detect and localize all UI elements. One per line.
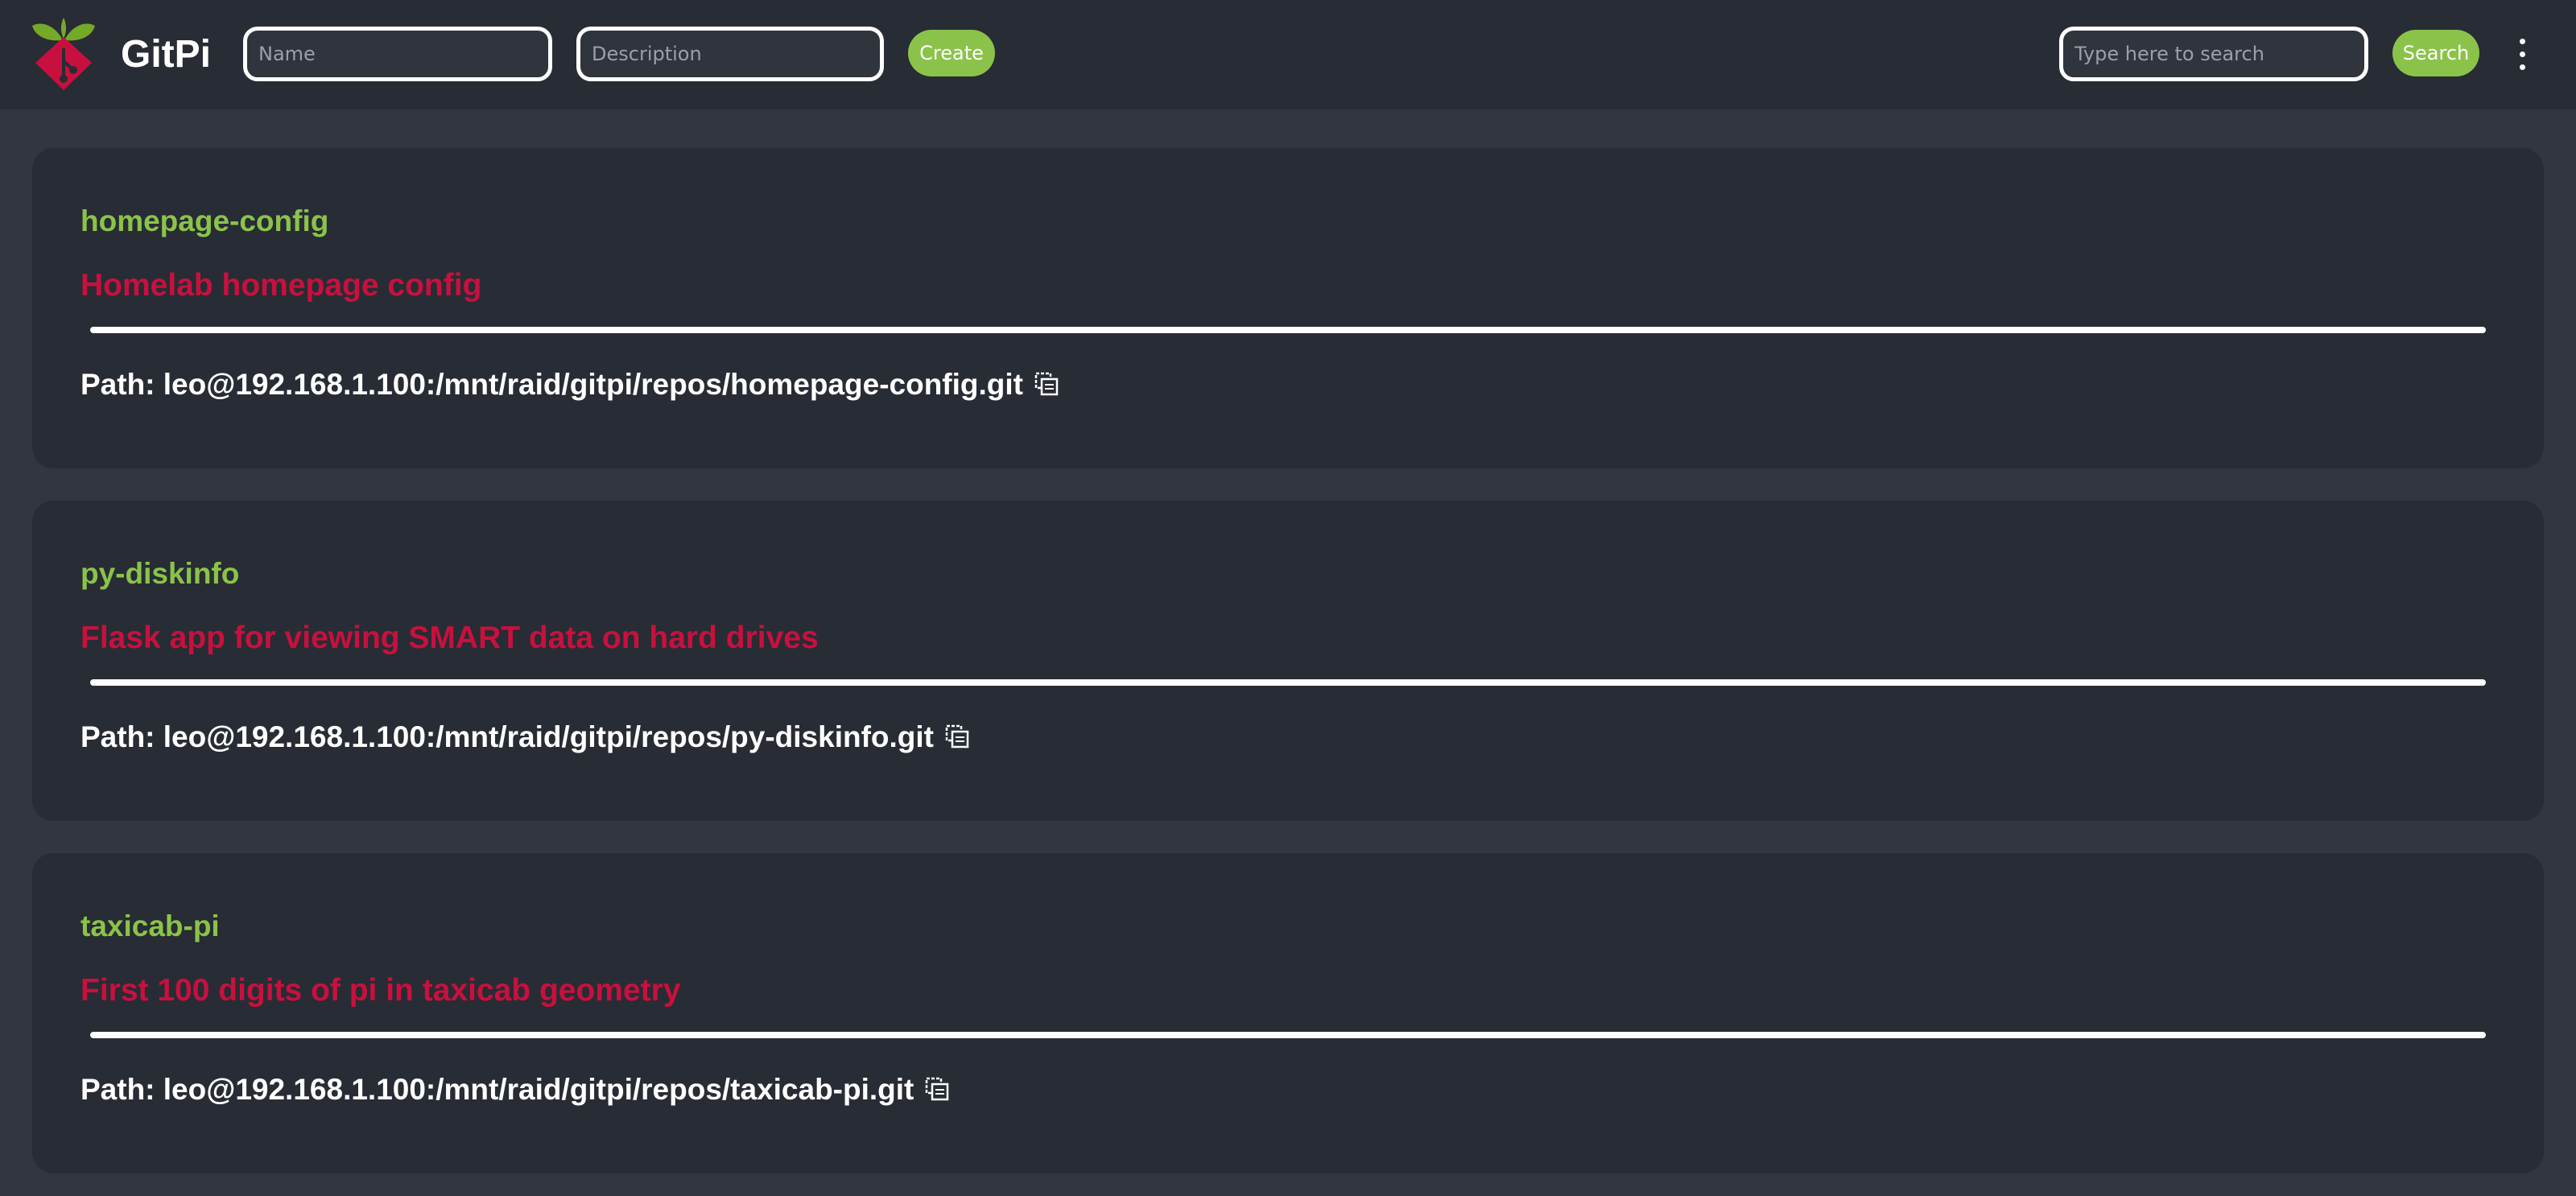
repo-name-link[interactable]: taxicab-pi bbox=[80, 908, 220, 945]
repo-description-input[interactable] bbox=[576, 27, 884, 81]
repo-card: py-diskinfo Flask app for viewing SMART … bbox=[32, 501, 2544, 821]
app-title: GitPi bbox=[121, 33, 212, 76]
repo-name-link[interactable]: homepage-config bbox=[80, 203, 328, 240]
search-input[interactable] bbox=[2059, 27, 2368, 81]
repo-description: First 100 digits of pi in taxicab geomet… bbox=[80, 973, 681, 1008]
copy-icon[interactable] bbox=[943, 723, 971, 750]
copy-icon[interactable] bbox=[923, 1075, 951, 1103]
repo-description: Flask app for viewing SMART data on hard… bbox=[80, 621, 819, 655]
repo-path: Path: leo@192.168.1.100:/mnt/raid/gitpi/… bbox=[80, 365, 1060, 404]
divider bbox=[90, 1032, 2486, 1038]
repo-description: Homelab homepage config bbox=[80, 268, 482, 303]
repo-name-link[interactable]: py-diskinfo bbox=[80, 555, 239, 592]
repo-name-input[interactable] bbox=[243, 27, 552, 81]
divider bbox=[90, 327, 2486, 333]
repo-path-text: Path: leo@192.168.1.100:/mnt/raid/gitpi/… bbox=[80, 720, 934, 753]
repo-card: homepage-config Homelab homepage config … bbox=[32, 148, 2544, 468]
kebab-menu-icon[interactable] bbox=[2507, 34, 2539, 76]
repo-path: Path: leo@192.168.1.100:/mnt/raid/gitpi/… bbox=[80, 1070, 951, 1109]
create-button[interactable]: Create bbox=[908, 30, 995, 76]
copy-icon[interactable] bbox=[1033, 370, 1060, 398]
divider bbox=[90, 679, 2486, 686]
raspberry-git-logo-icon bbox=[32, 18, 95, 90]
repo-path-text: Path: leo@192.168.1.100:/mnt/raid/gitpi/… bbox=[80, 1073, 914, 1106]
search-button[interactable]: Search bbox=[2392, 30, 2479, 76]
repo-path-text: Path: leo@192.168.1.100:/mnt/raid/gitpi/… bbox=[80, 368, 1023, 401]
repo-card: taxicab-pi First 100 digits of pi in tax… bbox=[32, 853, 2544, 1173]
top-bar: GitPi Create Search bbox=[0, 0, 2576, 109]
repo-path: Path: leo@192.168.1.100:/mnt/raid/gitpi/… bbox=[80, 718, 971, 757]
